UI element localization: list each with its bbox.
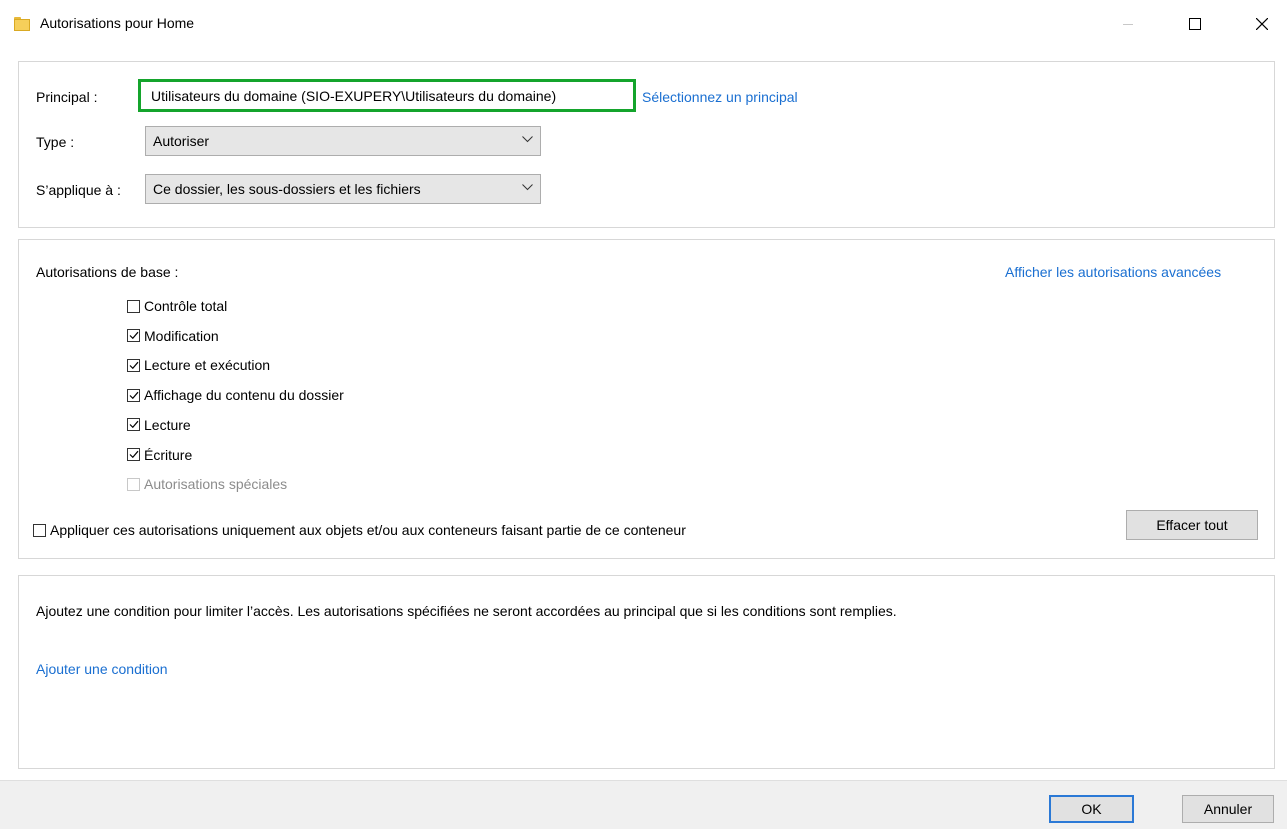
permission-checkbox-row[interactable]: Modification [127,328,219,344]
apply-only-checkbox[interactable] [33,523,46,537]
type-label: Type : [36,134,75,150]
basic-permissions-heading: Autorisations de base : [36,264,179,280]
applies-to-label: S’applique à : [36,182,121,198]
checkmark-icon [129,361,139,370]
permission-checkbox[interactable] [127,358,140,372]
permission-checkbox[interactable] [127,448,140,461]
chevron-down-icon [522,136,533,143]
permission-checkbox[interactable] [127,329,140,343]
add-condition-link[interactable]: Ajouter une condition [36,661,168,677]
permission-checkbox-row[interactable]: Lecture [127,417,191,433]
permission-checkbox [127,477,140,491]
permission-checkbox[interactable] [127,388,140,402]
checkmark-icon [129,391,139,399]
permission-label: Lecture [144,416,191,433]
cancel-button[interactable]: Annuler [1182,795,1274,823]
close-button[interactable] [1239,0,1285,48]
type-dropdown[interactable]: Autoriser [145,126,541,156]
maximize-icon [1189,18,1201,30]
checkmark-icon [129,450,139,459]
show-advanced-permissions-link[interactable]: Afficher les autorisations avancées [1005,264,1221,280]
apply-only-to-container-checkbox-row[interactable]: Appliquer ces autorisations uniquement a… [33,522,686,538]
maximize-button[interactable] [1172,0,1218,48]
checkmark-icon [129,421,139,429]
apply-only-label: Appliquer ces autorisations uniquement a… [50,522,686,538]
window-title: Autorisations pour Home [40,15,195,31]
permission-checkbox-row[interactable]: Affichage du contenu du dossier [127,387,344,403]
permission-label: Autorisations spéciales [144,476,288,493]
ok-button[interactable]: OK [1049,795,1134,823]
applies-to-dropdown-value: Ce dossier, les sous-dossiers et les fic… [153,181,421,197]
condition-description: Ajoutez une condition pour limiter l’acc… [36,603,897,619]
chevron-down-icon [522,184,533,191]
applies-to-dropdown[interactable]: Ce dossier, les sous-dossiers et les fic… [145,174,541,204]
permission-checkbox-row[interactable]: Contrôle total [127,298,227,314]
permission-label: Contrôle total [144,298,228,314]
clear-all-button[interactable]: Effacer tout [1126,510,1258,540]
title-bar: Autorisations pour Home [0,0,1287,48]
permission-checkbox-row[interactable]: Lecture et exécution [127,357,270,373]
folder-icon [14,17,30,31]
principal-label: Principal : [36,89,98,105]
permission-label: Modification [144,327,219,344]
clear-all-button-label: Effacer tout [1156,517,1228,533]
ok-button-label: OK [1081,801,1102,817]
cancel-button-label: Annuler [1203,801,1253,817]
permission-checkbox-row[interactable]: Écriture [127,447,192,463]
permission-label: Écriture [144,446,193,463]
select-principal-link[interactable]: Sélectionnez un principal [642,89,798,105]
minimize-icon [1123,23,1133,25]
permission-label: Affichage du contenu du dossier [144,387,344,404]
checkmark-icon [129,331,139,340]
permission-label: Lecture et exécution [144,357,271,374]
permission-checkbox-row: Autorisations spéciales [127,476,287,492]
principal-value: Utilisateurs du domaine (SIO-EXUPERY\Uti… [138,79,636,112]
type-dropdown-value: Autoriser [153,133,210,149]
permission-checkbox[interactable] [127,418,140,432]
close-icon [1256,18,1268,30]
permission-checkbox[interactable] [127,299,140,313]
minimize-button[interactable] [1105,0,1151,48]
principal-value-text: Utilisateurs du domaine (SIO-EXUPERY\Uti… [151,87,557,104]
